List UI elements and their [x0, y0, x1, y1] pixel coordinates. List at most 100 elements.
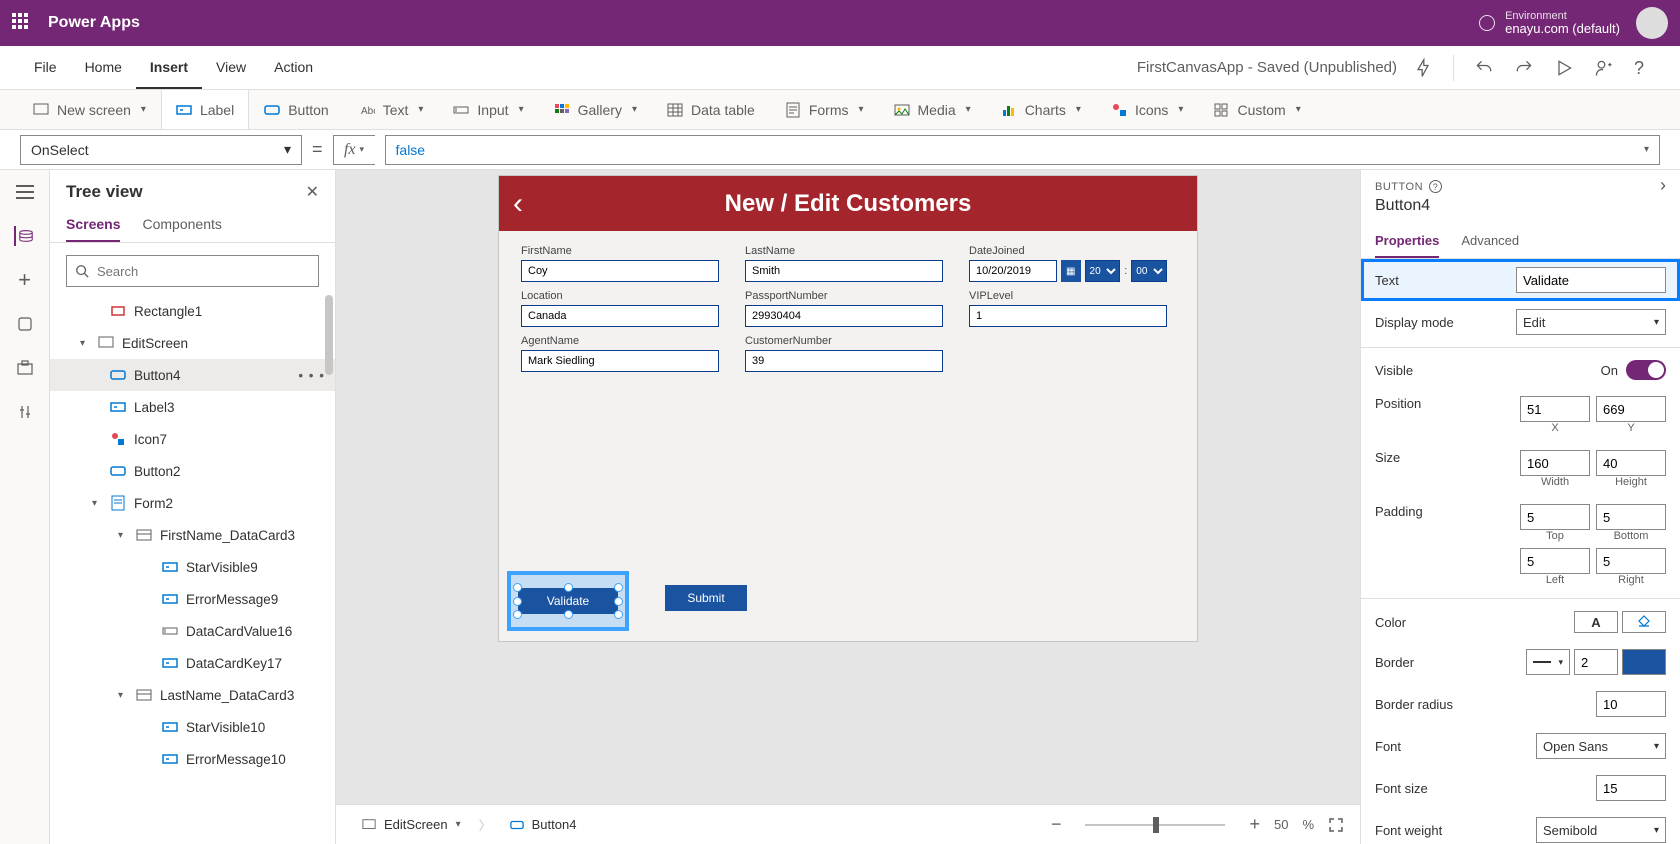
redo-icon[interactable]: [1514, 58, 1534, 78]
select-hour[interactable]: 20: [1085, 260, 1121, 282]
menu-view[interactable]: View: [202, 46, 260, 89]
ribbon-charts[interactable]: Charts▾: [986, 90, 1096, 129]
fit-icon[interactable]: [1328, 817, 1344, 833]
close-icon[interactable]: ✕: [306, 182, 319, 202]
tree-scrollbar[interactable]: [325, 295, 333, 375]
calendar-icon[interactable]: ▦: [1061, 260, 1081, 282]
menu-insert[interactable]: Insert: [136, 46, 202, 89]
input-custnum[interactable]: [745, 350, 943, 372]
props-tab-properties[interactable]: Properties: [1375, 227, 1439, 258]
health-icon[interactable]: [1413, 58, 1433, 78]
input-location[interactable]: [521, 305, 719, 327]
ribbon-datatable[interactable]: Data table: [652, 90, 770, 129]
breadcrumb-element[interactable]: Button4: [500, 813, 587, 836]
props-tab-advanced[interactable]: Advanced: [1461, 227, 1519, 258]
input-agent[interactable]: [521, 350, 719, 372]
resize-handle[interactable]: [513, 597, 522, 606]
menu-action[interactable]: Action: [260, 46, 327, 89]
rail-advanced[interactable]: [15, 402, 35, 422]
design-stage[interactable]: ‹ New / Edit Customers FirstName LastNam…: [499, 176, 1197, 641]
help-icon[interactable]: ?: [1634, 58, 1654, 78]
visible-toggle[interactable]: [1626, 360, 1666, 380]
rail-media[interactable]: [15, 358, 35, 378]
undo-icon[interactable]: [1474, 58, 1494, 78]
expand-icon[interactable]: ›: [1660, 175, 1666, 196]
tree-tab-components[interactable]: Components: [142, 210, 221, 242]
menu-home[interactable]: Home: [71, 46, 136, 89]
user-avatar[interactable]: [1636, 7, 1668, 39]
border-style-select[interactable]: ▾: [1526, 649, 1570, 675]
input-vip[interactable]: [969, 305, 1167, 327]
font-weight-select[interactable]: Semibold▾: [1536, 817, 1666, 843]
ribbon-text[interactable]: Abc Text▾: [344, 90, 439, 129]
ribbon-icons[interactable]: Icons▾: [1096, 90, 1199, 129]
input-firstname[interactable]: [521, 260, 719, 282]
ribbon-button[interactable]: Button: [249, 90, 343, 129]
ribbon-new-screen[interactable]: New screen▾: [18, 90, 161, 129]
resize-handle[interactable]: [564, 583, 573, 592]
font-select[interactable]: Open Sans▾: [1536, 733, 1666, 759]
zoom-slider[interactable]: [1085, 824, 1225, 826]
ribbon-media[interactable]: Media▾: [879, 90, 986, 129]
input-passport[interactable]: [745, 305, 943, 327]
tree-item-starvisible10[interactable]: StarVisible10: [50, 711, 335, 743]
info-icon[interactable]: ?: [1429, 180, 1442, 193]
prop-text-input[interactable]: [1516, 267, 1666, 293]
rail-hamburger[interactable]: [15, 182, 35, 202]
border-radius-input[interactable]: [1596, 691, 1666, 717]
share-icon[interactable]: [1594, 58, 1614, 78]
formula-expand-icon[interactable]: ▾: [1644, 144, 1649, 155]
select-min[interactable]: 00: [1131, 260, 1167, 282]
tree-item-form2[interactable]: ▾Form2: [50, 487, 335, 519]
menu-file[interactable]: File: [20, 46, 71, 89]
input-lastname[interactable]: [745, 260, 943, 282]
border-width-input[interactable]: [1574, 649, 1618, 675]
prop-pad-top[interactable]: [1520, 504, 1590, 530]
tree-item-icon7[interactable]: Icon7: [50, 423, 335, 455]
prop-size-h[interactable]: [1596, 450, 1666, 476]
text-color-swatch[interactable]: A: [1574, 611, 1618, 633]
tree-item-editscreen[interactable]: ▾EditScreen: [50, 327, 335, 359]
play-icon[interactable]: [1554, 58, 1574, 78]
rail-tree-view[interactable]: [14, 226, 34, 246]
fx-button[interactable]: fx▾: [333, 135, 375, 165]
more-icon[interactable]: • • •: [298, 368, 325, 383]
resize-handle[interactable]: [614, 583, 623, 592]
prop-pad-bottom[interactable]: [1596, 504, 1666, 530]
prop-size-w[interactable]: [1520, 450, 1590, 476]
property-dropdown[interactable]: OnSelect ▾: [20, 135, 302, 165]
ribbon-gallery[interactable]: Gallery▾: [539, 90, 652, 129]
tree-item-datacardvalue16[interactable]: DataCardValue16: [50, 615, 335, 647]
waffle-icon[interactable]: [12, 13, 32, 33]
font-size-input[interactable]: [1596, 775, 1666, 801]
border-color-swatch[interactable]: [1622, 649, 1666, 675]
tree-item-lastname_datacard3[interactable]: ▾LastName_DataCard3: [50, 679, 335, 711]
prop-pos-x[interactable]: [1520, 396, 1590, 422]
environment-picker[interactable]: Environment enayu.com (default): [1479, 10, 1620, 36]
prop-pad-left[interactable]: [1520, 548, 1590, 574]
resize-handle[interactable]: [513, 583, 522, 592]
ribbon-forms[interactable]: Forms▾: [770, 90, 879, 129]
fill-color-swatch[interactable]: [1622, 611, 1666, 633]
tree-tab-screens[interactable]: Screens: [66, 210, 120, 242]
tree-item-button4[interactable]: Button4• • •: [50, 359, 335, 391]
tree-item-errormessage10[interactable]: ErrorMessage10: [50, 743, 335, 775]
tree-item-datacardkey17[interactable]: DataCardKey17: [50, 647, 335, 679]
ribbon-input[interactable]: Input▾: [438, 90, 538, 129]
tree-item-errormessage9[interactable]: ErrorMessage9: [50, 583, 335, 615]
rail-insert[interactable]: +: [15, 270, 35, 290]
zoom-in[interactable]: +: [1249, 814, 1260, 835]
prop-pos-y[interactable]: [1596, 396, 1666, 422]
formula-input[interactable]: false ▾: [385, 135, 1660, 165]
tree-item-starvisible9[interactable]: StarVisible9: [50, 551, 335, 583]
breadcrumb-screen[interactable]: EditScreen▾: [352, 813, 471, 836]
input-date[interactable]: [969, 260, 1057, 282]
resize-handle[interactable]: [614, 610, 623, 619]
prop-pad-right[interactable]: [1596, 548, 1666, 574]
tree-search[interactable]: [66, 255, 319, 287]
ribbon-label[interactable]: Label: [161, 90, 249, 129]
ribbon-custom[interactable]: Custom▾: [1198, 90, 1315, 129]
submit-button[interactable]: Submit: [665, 585, 747, 611]
back-icon[interactable]: ‹: [513, 187, 523, 221]
validate-button[interactable]: Validate: [518, 588, 618, 614]
